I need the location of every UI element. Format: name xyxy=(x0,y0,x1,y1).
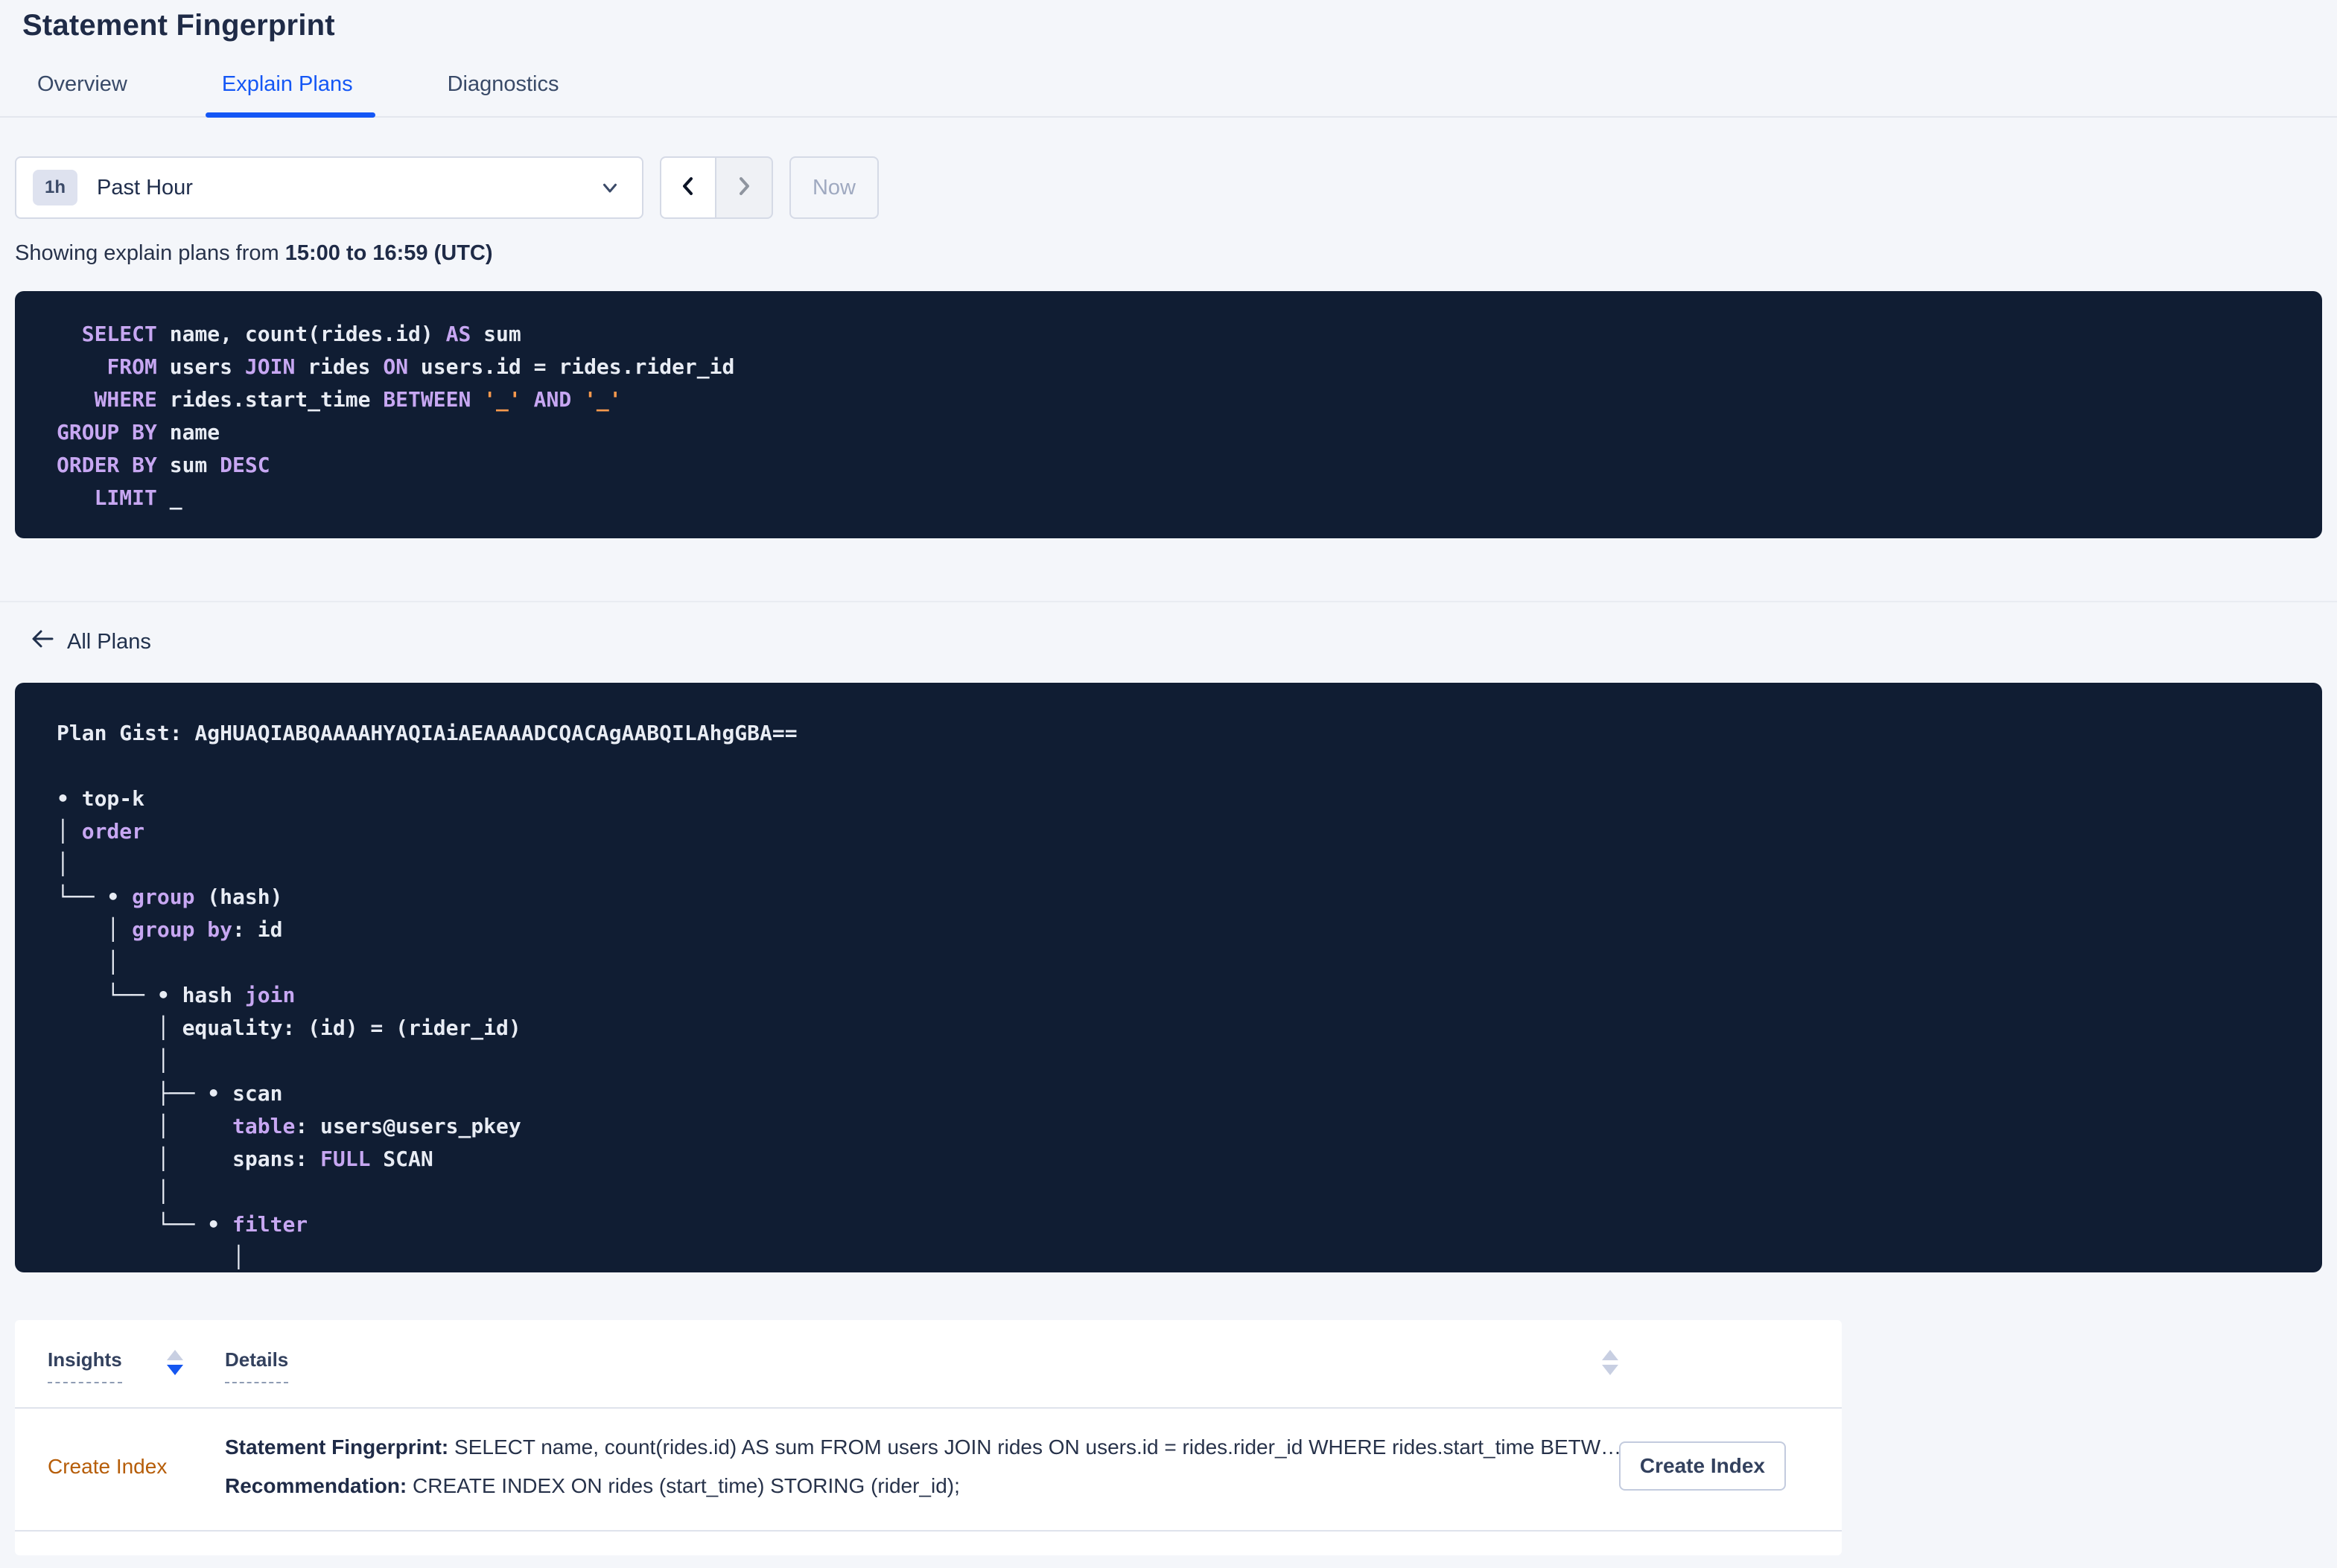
now-button[interactable]: Now xyxy=(789,156,879,219)
column-header-insights[interactable]: Insights xyxy=(48,1348,122,1383)
next-range-button[interactable] xyxy=(716,156,773,219)
chevron-down-icon xyxy=(599,176,621,199)
all-plans-link[interactable]: All Plans xyxy=(30,628,151,656)
create-index-button[interactable]: Create Index xyxy=(1618,1441,1786,1491)
insight-type-link[interactable]: Create Index xyxy=(48,1455,167,1479)
tab-bar: Overview Explain Plans Diagnostics xyxy=(0,72,2337,118)
sql-statement-block: SELECT name, count(rides.id) AS sum FROM… xyxy=(15,291,2322,538)
recommendation-text: Recommendation: CREATE INDEX ON rides (s… xyxy=(225,1467,1625,1505)
time-range-pager xyxy=(660,156,773,219)
time-range-label: Past Hour xyxy=(97,175,193,200)
statement-fingerprint-value: SELECT name, count(rides.id) AS sum FROM… xyxy=(448,1435,1625,1459)
tab-explain-plans[interactable]: Explain Plans xyxy=(205,72,375,118)
insight-details-cell: Statement Fingerprint: SELECT name, coun… xyxy=(225,1428,1625,1505)
details-sort-control[interactable] xyxy=(1602,1350,1618,1375)
plan-gist-block: Plan Gist: AgHUAQIABQAAAAHYAQIAiAEAAAADC… xyxy=(15,683,2322,1272)
row-divider xyxy=(15,1530,1842,1532)
table-row: Create Index Statement Fingerprint: SELE… xyxy=(15,1409,1842,1530)
arrow-left-icon xyxy=(30,628,55,656)
sort-ascending-icon xyxy=(1602,1350,1618,1360)
all-plans-label: All Plans xyxy=(67,629,151,654)
previous-range-button[interactable] xyxy=(660,156,716,219)
sort-ascending-icon xyxy=(166,1350,183,1360)
recommendation-value: CREATE INDEX ON rides (start_time) STORI… xyxy=(407,1474,960,1497)
page-title: Statement Fingerprint xyxy=(22,9,335,42)
caption-time-range: 15:00 to 16:59 (UTC) xyxy=(284,241,493,265)
sort-descending-icon xyxy=(166,1365,183,1375)
column-header-details[interactable]: Details xyxy=(225,1348,289,1383)
statement-fingerprint-page: Statement Fingerprint Overview Explain P… xyxy=(0,0,2337,1568)
insights-table-header: Insights Details xyxy=(15,1320,1842,1407)
time-range-dropdown[interactable]: 1h Past Hour xyxy=(15,156,643,219)
tab-overview[interactable]: Overview xyxy=(37,72,127,116)
tab-diagnostics[interactable]: Diagnostics xyxy=(448,72,559,116)
chevron-left-icon xyxy=(676,174,700,202)
time-range-badge: 1h xyxy=(33,170,78,205)
statement-fingerprint-label: Statement Fingerprint: xyxy=(225,1435,449,1459)
sort-descending-icon xyxy=(1602,1365,1618,1375)
recommendation-label: Recommendation: xyxy=(225,1474,407,1497)
insights-card: Insights Details Create Index Statement … xyxy=(15,1320,1842,1555)
time-controls: 1h Past Hour Now xyxy=(15,156,2337,219)
explain-plans-caption: Showing explain plans from 15:00 to 16:5… xyxy=(15,241,2337,266)
section-divider xyxy=(0,601,2337,602)
statement-fingerprint-text: Statement Fingerprint: SELECT name, coun… xyxy=(225,1428,1625,1467)
insights-sort-control[interactable] xyxy=(166,1350,183,1375)
chevron-right-icon xyxy=(732,174,756,202)
caption-prefix: Showing explain plans from xyxy=(15,241,285,265)
